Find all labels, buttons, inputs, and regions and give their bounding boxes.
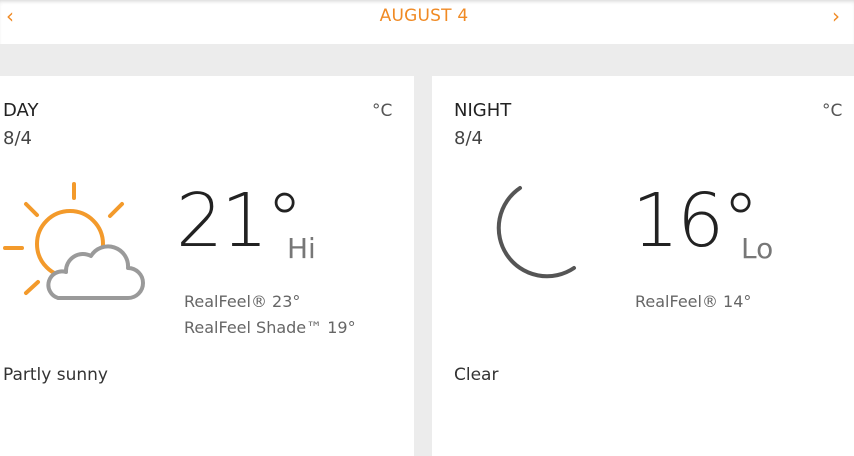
night-unit-toggle[interactable]: °C	[822, 100, 842, 122]
day-forecast-card: DAY 8/4 °C 21° Hi RealFeel® 23° RealFeel…	[0, 76, 414, 456]
partly-sunny-icon	[0, 176, 150, 310]
night-label: NIGHT	[454, 100, 512, 121]
night-realfeel: RealFeel® 14°	[635, 292, 752, 311]
date-navigation-bar: ‹ AUGUST 4 ›	[0, 0, 854, 44]
day-realfeel: RealFeel® 23°	[184, 292, 301, 311]
night-forecast-card: NIGHT 8/4 °C 16° Lo RealFeel® 14° Clear	[432, 76, 854, 456]
day-condition: Partly sunny	[3, 365, 108, 385]
date-title: AUGUST 4	[379, 6, 469, 26]
night-temperature: 16°	[632, 178, 759, 264]
day-temperature: 21°	[176, 178, 303, 264]
day-date: 8/4	[3, 128, 32, 149]
day-temp-kind: Hi	[287, 232, 316, 265]
night-temp-kind: Lo	[741, 232, 774, 265]
night-date: 8/4	[454, 128, 483, 149]
day-realfeel-shade: RealFeel Shade™ 19°	[184, 318, 356, 337]
day-label: DAY	[3, 100, 39, 121]
day-unit-toggle[interactable]: °C	[372, 100, 392, 122]
moon-icon	[468, 182, 588, 296]
night-condition: Clear	[454, 365, 499, 385]
chevron-right-icon[interactable]: ›	[826, 5, 846, 27]
